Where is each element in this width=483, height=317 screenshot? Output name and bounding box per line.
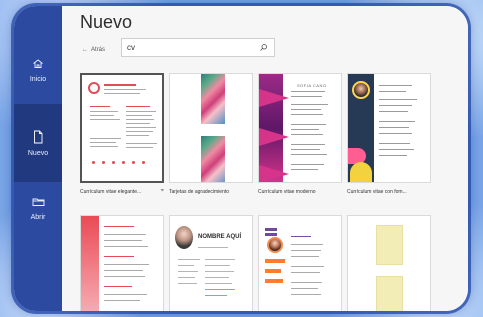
template-caption: Currículum vitae con fom...: [347, 189, 407, 195]
pin-icon[interactable]: ⌖: [161, 189, 164, 195]
sidebar-item-nuevo[interactable]: Nuevo: [14, 104, 62, 182]
template-thumbnail: SOFIA CANO: [258, 73, 342, 183]
template-card-curriculum-elegante[interactable]: Currículum vitae elegante... ⌖: [80, 73, 164, 195]
page-title: Nuevo: [80, 12, 133, 32]
template-card-row2-2[interactable]: NOMBRE AQUÍ: [169, 215, 253, 311]
sidebar-item-label: Nuevo: [27, 149, 49, 157]
sidebar-item-inicio[interactable]: Inicio: [14, 44, 62, 96]
back-label: Atrás: [91, 47, 106, 53]
template-caption: Tarjetas de agradecimiento: [169, 189, 230, 195]
template-card-row2-4[interactable]: [347, 215, 431, 311]
template-thumbnail: [169, 73, 253, 183]
sidebar: Inicio Nuevo Abrir: [14, 6, 62, 311]
main-content: Nuevo ← Atrás cv Currículum vitae elegan…: [62, 6, 468, 311]
template-card-row2-1[interactable]: [80, 215, 164, 311]
template-caption: Currículum vitae moderno: [258, 189, 316, 195]
template-gallery: Currículum vitae elegante... ⌖ Tarjetas …: [80, 73, 431, 311]
search-input[interactable]: cv: [121, 38, 275, 57]
template-card-curriculum-fotografia[interactable]: Currículum vitae con fom...: [347, 73, 431, 195]
back-button[interactable]: ← Atrás: [82, 42, 105, 58]
template-thumbnail: [80, 73, 164, 183]
template-thumbnail: NOMBRE AQUÍ: [169, 215, 253, 311]
new-document-icon: [32, 130, 44, 144]
word-new-document-window: Inicio Nuevo Abrir Nuevo ← Atrás cv Curr…: [14, 6, 468, 311]
template-thumbnail: [347, 215, 431, 311]
template-caption: Currículum vitae elegante... ⌖: [80, 189, 164, 195]
template-thumbnail: [347, 73, 431, 183]
sidebar-item-label: Inicio: [29, 75, 47, 83]
template-card-curriculum-moderno[interactable]: SOFIA CANO Currículum vitae moderno: [258, 73, 342, 195]
template-card-row2-3[interactable]: [258, 215, 342, 311]
search-value: cv: [127, 43, 135, 52]
template-thumbnail: [80, 215, 164, 311]
back-arrow-icon: ←: [82, 47, 88, 53]
folder-open-icon: [32, 196, 45, 208]
sidebar-item-label: Abrir: [30, 213, 46, 221]
template-thumbnail: [258, 215, 342, 311]
sidebar-item-abrir[interactable]: Abrir: [14, 182, 62, 234]
search-icon[interactable]: [256, 41, 270, 55]
template-card-tarjetas-agradecimiento[interactable]: Tarjetas de agradecimiento: [169, 73, 253, 195]
home-icon: [32, 58, 44, 70]
